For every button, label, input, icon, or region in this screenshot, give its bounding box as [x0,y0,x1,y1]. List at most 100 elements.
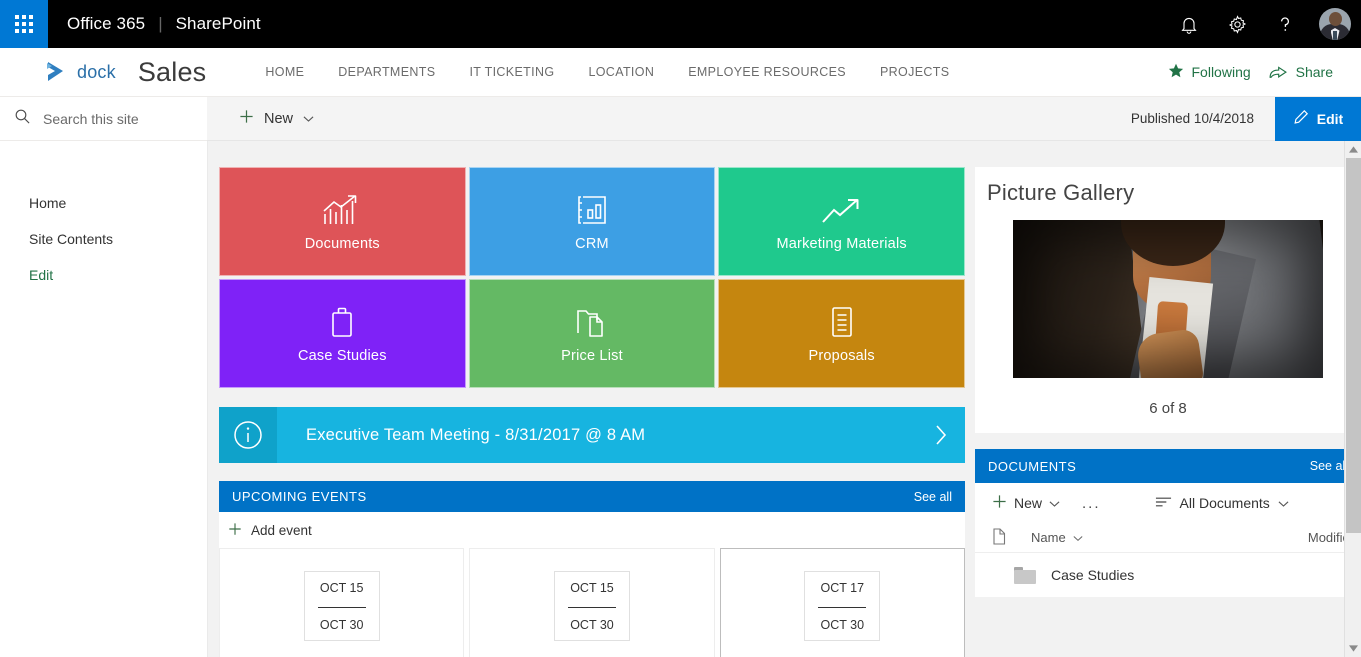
briefcase-icon [326,303,358,339]
announcement-banner[interactable]: Executive Team Meeting - 8/31/2017 @ 8 A… [219,407,965,463]
document-lines-icon [828,303,856,339]
tile-label: Marketing Materials [777,236,907,252]
documents-more-button[interactable]: ... [1060,495,1115,512]
following-label: Following [1192,64,1251,80]
edit-page-button[interactable]: Edit [1275,97,1361,141]
events-list: OCT 15 OCT 30 OCT 15 OCT 3 [219,548,965,657]
sidebar-item-site-contents[interactable]: Site Contents [0,221,207,257]
logo-wordmark: dock [77,62,116,83]
site-header: dock Sales HOME DEPARTMENTS IT TICKETING… [0,48,1361,97]
tile-crm[interactable]: CRM [469,167,716,276]
site-logo[interactable]: dock [0,60,116,84]
nav-item-employee-resources[interactable]: EMPLOYEE RESOURCES [671,65,863,79]
notifications-bell-icon[interactable] [1165,0,1213,48]
column-header-name-label: Name [1031,530,1066,545]
share-icon [1269,63,1288,82]
documents-view-selector[interactable]: All Documents [1155,495,1289,511]
tile-case-studies[interactable]: Case Studies [219,279,466,388]
user-avatar-button[interactable] [1309,0,1361,48]
event-start-date: OCT 15 [305,582,379,595]
sidebar-item-edit[interactable]: Edit [0,257,207,293]
date-separator [318,607,366,608]
search-icon [14,108,31,130]
main-column: Documents CRM [219,167,965,657]
event-date-box: OCT 17 OCT 30 [804,571,880,641]
documents-new-button[interactable]: New [992,494,1060,512]
add-event-button[interactable]: Add event [219,512,965,548]
vertical-scrollbar[interactable] [1344,141,1361,657]
info-circle-icon [219,407,277,463]
tile-proposals[interactable]: Proposals [718,279,965,388]
folder-document-icon [575,303,609,339]
chevron-down-icon [1073,530,1083,545]
documents-see-all-link[interactable]: See all [1310,459,1348,473]
plus-icon [239,109,254,128]
scroll-up-arrow[interactable] [1345,141,1361,158]
following-button[interactable]: Following [1168,63,1251,82]
search-input[interactable] [43,111,193,127]
sidebar-item-home[interactable]: Home [0,185,207,221]
avatar [1319,8,1351,40]
events-see-all-link[interactable]: See all [914,490,952,504]
file-type-icon [992,528,1006,548]
command-bar-right: Published 10/4/2018 Edit [1131,97,1361,141]
suite-app-name[interactable]: SharePoint [176,14,261,34]
office365-suite-bar: Office 365 | SharePoint [0,0,1361,48]
table-row[interactable]: Case Studies 4 [975,553,1361,597]
nav-item-home[interactable]: HOME [248,65,321,79]
page-body: Home Site Contents Edit [0,141,1361,657]
upcoming-events-title: UPCOMING EVENTS [232,489,367,504]
event-end-date: OCT 30 [555,619,629,632]
event-card[interactable]: OCT 15 OCT 30 [469,548,714,657]
tile-marketing-materials[interactable]: Marketing Materials [718,167,965,276]
documents-column-header: Name Modified [975,523,1361,553]
column-header-name[interactable]: Name [1031,530,1083,545]
tile-price-list[interactable]: Price List [469,279,716,388]
document-name: Case Studies [1051,567,1134,583]
nav-item-departments[interactable]: DEPARTMENTS [321,65,452,79]
share-button[interactable]: Share [1269,63,1333,82]
date-separator [568,607,616,608]
scrollbar-thumb[interactable] [1346,158,1361,533]
tile-label: CRM [575,236,609,252]
scroll-down-arrow[interactable] [1345,640,1361,657]
nav-item-location[interactable]: LOCATION [571,65,671,79]
suite-separator: | [145,14,175,34]
side-column: Picture Gallery 6 of 8 [975,167,1361,657]
new-label: New [264,111,293,127]
share-label: Share [1296,64,1333,80]
chevron-right-icon[interactable] [917,407,965,463]
command-row: New Published 10/4/2018 Edit [0,97,1361,141]
waffle-icon [15,15,33,33]
edit-label: Edit [1317,111,1343,127]
tile-documents[interactable]: Documents [219,167,466,276]
new-button[interactable]: New [207,97,328,141]
tile-label: Documents [305,236,380,252]
site-header-actions: Following Share [1168,63,1361,82]
quick-links-tiles: Documents CRM [219,167,965,388]
pencil-icon [1293,109,1309,128]
picture-gallery-title: Picture Gallery [975,180,1361,220]
search-box[interactable] [0,97,207,141]
documents-toolbar: New ... All Documents [975,483,1361,523]
chevron-down-icon [1049,495,1060,511]
gallery-image[interactable] [1013,220,1323,378]
event-card[interactable]: OCT 15 OCT 30 [219,548,464,657]
settings-gear-icon[interactable] [1213,0,1261,48]
nav-item-projects[interactable]: PROJECTS [863,65,966,79]
suite-brand-label[interactable]: Office 365 [48,14,145,34]
event-card[interactable]: OCT 17 OCT 30 [720,548,965,657]
help-question-icon[interactable] [1261,0,1309,48]
documents-title: DOCUMENTS [988,459,1076,474]
tile-label: Price List [561,348,623,364]
star-icon [1168,63,1184,82]
tile-label: Case Studies [298,348,387,364]
command-bar: New Published 10/4/2018 Edit [207,97,1361,141]
event-date-box: OCT 15 OCT 30 [304,571,380,641]
upcoming-events-webpart: UPCOMING EVENTS See all Add event [219,481,965,657]
event-start-date: OCT 15 [555,582,629,595]
chevron-down-icon [1278,495,1289,511]
announcement-text: Executive Team Meeting - 8/31/2017 @ 8 A… [277,407,917,463]
nav-item-it-ticketing[interactable]: IT TICKETING [452,65,571,79]
app-launcher-button[interactable] [0,0,48,48]
